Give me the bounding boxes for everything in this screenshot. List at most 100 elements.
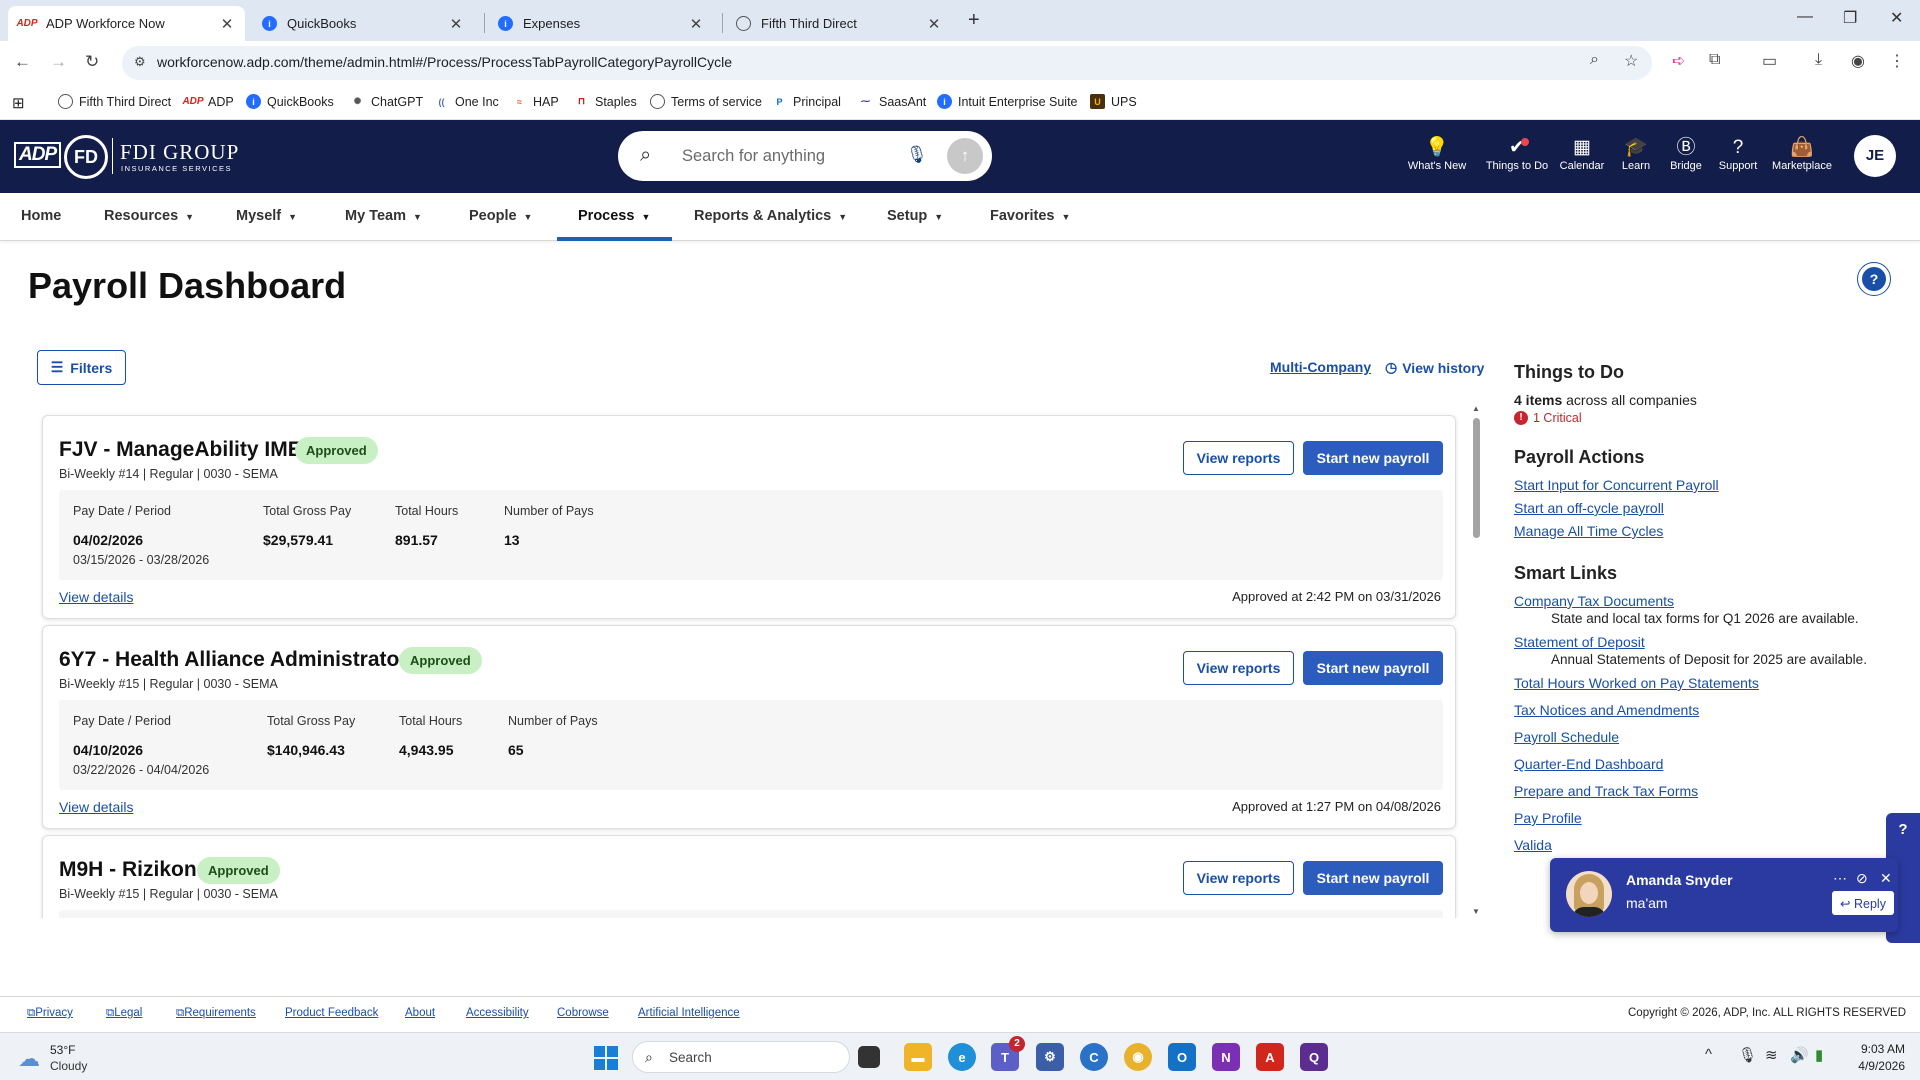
action-off-cycle-payroll[interactable]: Start an off-cycle payroll — [1514, 500, 1914, 516]
menu-reports-analytics[interactable]: Reports & Analytics ▼ — [694, 208, 847, 224]
taskbar-search[interactable]: ⌕ Search — [632, 1041, 850, 1073]
filters-button[interactable]: ☰ Filters — [37, 350, 126, 385]
browser-tab-fifth-third[interactable]: Fifth Third Direct ✕ — [726, 6, 952, 41]
bookmark-saasant[interactable]: ⁓ SaasAnt — [858, 94, 926, 109]
footer-artificial-intelligence[interactable]: Artificial Intelligence — [638, 1007, 740, 1019]
action-start-input-concurrent[interactable]: Start Input for Concurrent Payroll — [1514, 477, 1914, 493]
header-whats-new[interactable]: 💡 What's New — [1402, 136, 1472, 172]
extensions-icon[interactable]: ⧉ — [1709, 51, 1720, 69]
extension-arrow-icon[interactable]: ➪ — [1672, 51, 1685, 71]
view-details-link[interactable]: View details — [59, 799, 133, 815]
header-things-to-do[interactable]: ✔ Things to Do — [1479, 136, 1555, 172]
smart-link-quarter-end-dashboard[interactable]: Quarter-End Dashboard — [1514, 756, 1914, 772]
start-new-payroll-button[interactable]: Start new payroll — [1303, 441, 1443, 475]
clock-time[interactable]: 9:03 AM — [1855, 1042, 1905, 1056]
teams-icon[interactable]: T2 — [991, 1036, 1025, 1071]
smart-link-total-hours[interactable]: Total Hours Worked on Pay Statements — [1514, 675, 1914, 691]
reload-icon[interactable]: ↻ — [85, 52, 99, 72]
bookmark-quickbooks[interactable]: i QuickBooks — [246, 94, 334, 109]
close-icon[interactable]: ✕ — [219, 15, 235, 33]
bookmark-one-inc[interactable]: ((One Inc — [434, 94, 499, 109]
smart-link-pay-profile[interactable]: Pay Profile — [1514, 810, 1914, 826]
apps-grid-icon[interactable]: ⊞ — [12, 94, 25, 112]
menu-resources[interactable]: Resources ▼ — [104, 208, 194, 224]
bookmark-fifth-third[interactable]: Fifth Third Direct — [58, 94, 171, 109]
footer-accessibility[interactable]: Accessibility — [466, 1007, 529, 1019]
app-c-icon[interactable]: C — [1080, 1043, 1108, 1071]
smart-link-tax-notices[interactable]: Tax Notices and Amendments — [1514, 702, 1914, 718]
volume-icon[interactable]: 🔊 — [1790, 1046, 1809, 1064]
footer-cobrowse[interactable]: Cobrowse — [557, 1007, 609, 1019]
edge-icon[interactable]: e — [948, 1043, 976, 1071]
chrome-icon[interactable]: ◉ — [1124, 1043, 1152, 1071]
menu-home[interactable]: Home — [21, 208, 61, 224]
footer-privacy[interactable]: ⧉Privacy — [27, 1007, 73, 1020]
bookmark-ups[interactable]: U UPS — [1090, 94, 1137, 109]
critical-indicator[interactable]: ! 1 Critical — [1514, 411, 1914, 425]
menu-dots-icon[interactable]: ⋮ — [1889, 51, 1905, 71]
send-arrow-icon[interactable]: ↑ — [947, 138, 983, 174]
scroll-up-icon[interactable]: ▲ — [1472, 404, 1480, 413]
bookmark-principal[interactable]: P Principal — [772, 94, 840, 109]
action-manage-time-cycles[interactable]: Manage All Time Cycles — [1514, 523, 1914, 539]
task-view-icon[interactable] — [858, 1046, 880, 1068]
footer-product-feedback[interactable]: Product Feedback — [285, 1007, 378, 1019]
restore-icon[interactable]: ❐ — [1843, 8, 1857, 28]
global-search[interactable]: ⌕ Search for anything 🎙 ↑ — [618, 131, 992, 181]
footer-about[interactable]: About — [405, 1007, 435, 1019]
wifi-icon[interactable]: ≋ — [1765, 1046, 1778, 1064]
app-q-icon[interactable]: Q — [1300, 1043, 1328, 1071]
close-icon[interactable]: ✕ — [926, 15, 942, 33]
bookmark-chatgpt[interactable]: ✺ ChatGPT — [350, 94, 423, 109]
start-new-payroll-button[interactable]: Start new payroll — [1303, 651, 1443, 685]
file-explorer-icon[interactable]: ▬ — [904, 1043, 932, 1071]
search-placeholder[interactable]: Search for anything — [682, 147, 825, 166]
menu-favorites[interactable]: Favorites ▼ — [990, 208, 1070, 224]
smart-link-payroll-schedule[interactable]: Payroll Schedule — [1514, 729, 1914, 745]
acrobat-icon[interactable]: A — [1256, 1043, 1284, 1071]
close-icon[interactable]: ✕ — [1880, 870, 1892, 887]
browser-tab-quickbooks[interactable]: i QuickBooks ✕ — [252, 6, 474, 41]
browser-tab-expenses[interactable]: i Expenses ✕ — [488, 6, 714, 41]
view-reports-button[interactable]: View reports — [1183, 441, 1294, 475]
view-history-link[interactable]: ◷ View history — [1385, 359, 1484, 376]
adp-logo-icon[interactable]: ADP — [14, 142, 62, 168]
site-info-icon[interactable]: ⚙ — [134, 54, 146, 70]
smart-link-validation[interactable]: Valida — [1514, 837, 1914, 853]
start-new-payroll-button[interactable]: Start new payroll — [1303, 861, 1443, 895]
forward-icon[interactable]: → — [50, 52, 67, 72]
bookmark-star-icon[interactable]: ☆ — [1624, 51, 1638, 71]
footer-legal[interactable]: ⧉Legal — [106, 1007, 142, 1020]
scrollbar-thumb[interactable] — [1473, 418, 1480, 538]
payroll-card-list[interactable]: FJV - ManageAbility IME Approved Bi-Week… — [38, 406, 1460, 918]
close-icon[interactable]: ✕ — [688, 15, 704, 33]
minimize-icon[interactable]: — — [1797, 8, 1813, 26]
view-reports-button[interactable]: View reports — [1183, 861, 1294, 895]
scroll-down-icon[interactable]: ▼ — [1472, 907, 1480, 916]
chat-notification[interactable]: Amanda Snyder ma'am ⋯ ⊘ ✕ ↩ Reply — [1550, 858, 1898, 932]
battery-icon[interactable]: ▮ — [1815, 1046, 1823, 1064]
mute-icon[interactable]: ⊘ — [1856, 870, 1868, 887]
menu-myself[interactable]: Myself ▼ — [236, 208, 297, 224]
menu-my-team[interactable]: My Team ▼ — [345, 208, 422, 224]
app-icon[interactable]: ⚙ — [1036, 1043, 1064, 1071]
view-reports-button[interactable]: View reports — [1183, 651, 1294, 685]
more-options-icon[interactable]: ⋯ — [1833, 870, 1847, 887]
user-avatar[interactable]: JE — [1854, 135, 1896, 177]
bookmark-intuit[interactable]: i Intuit Enterprise Suite — [937, 94, 1078, 109]
tray-mic-icon[interactable]: 🎙 — [1738, 1046, 1757, 1064]
bookmark-terms[interactable]: Terms of service — [650, 94, 762, 109]
profile-icon[interactable]: ◉ — [1851, 51, 1865, 71]
outlook-icon[interactable]: O — [1168, 1043, 1196, 1071]
menu-process[interactable]: Process ▼ — [578, 208, 650, 224]
back-icon[interactable]: ← — [14, 52, 31, 72]
zoom-icon[interactable]: ⌕ — [1590, 51, 1599, 69]
clock-date[interactable]: 4/9/2026 — [1845, 1059, 1905, 1073]
url-text[interactable]: workforcenow.adp.com/theme/admin.html#/P… — [157, 54, 732, 70]
menu-people[interactable]: People ▼ — [469, 208, 532, 224]
browser-tab-adp[interactable]: ADP ADP Workforce Now ✕ — [8, 6, 245, 41]
header-support[interactable]: ? Support — [1703, 136, 1773, 172]
microphone-icon[interactable]: 🎙 — [906, 145, 928, 165]
download-icon[interactable]: ⤓ — [1815, 51, 1822, 69]
chat-reply-button[interactable]: ↩ Reply — [1832, 891, 1894, 915]
